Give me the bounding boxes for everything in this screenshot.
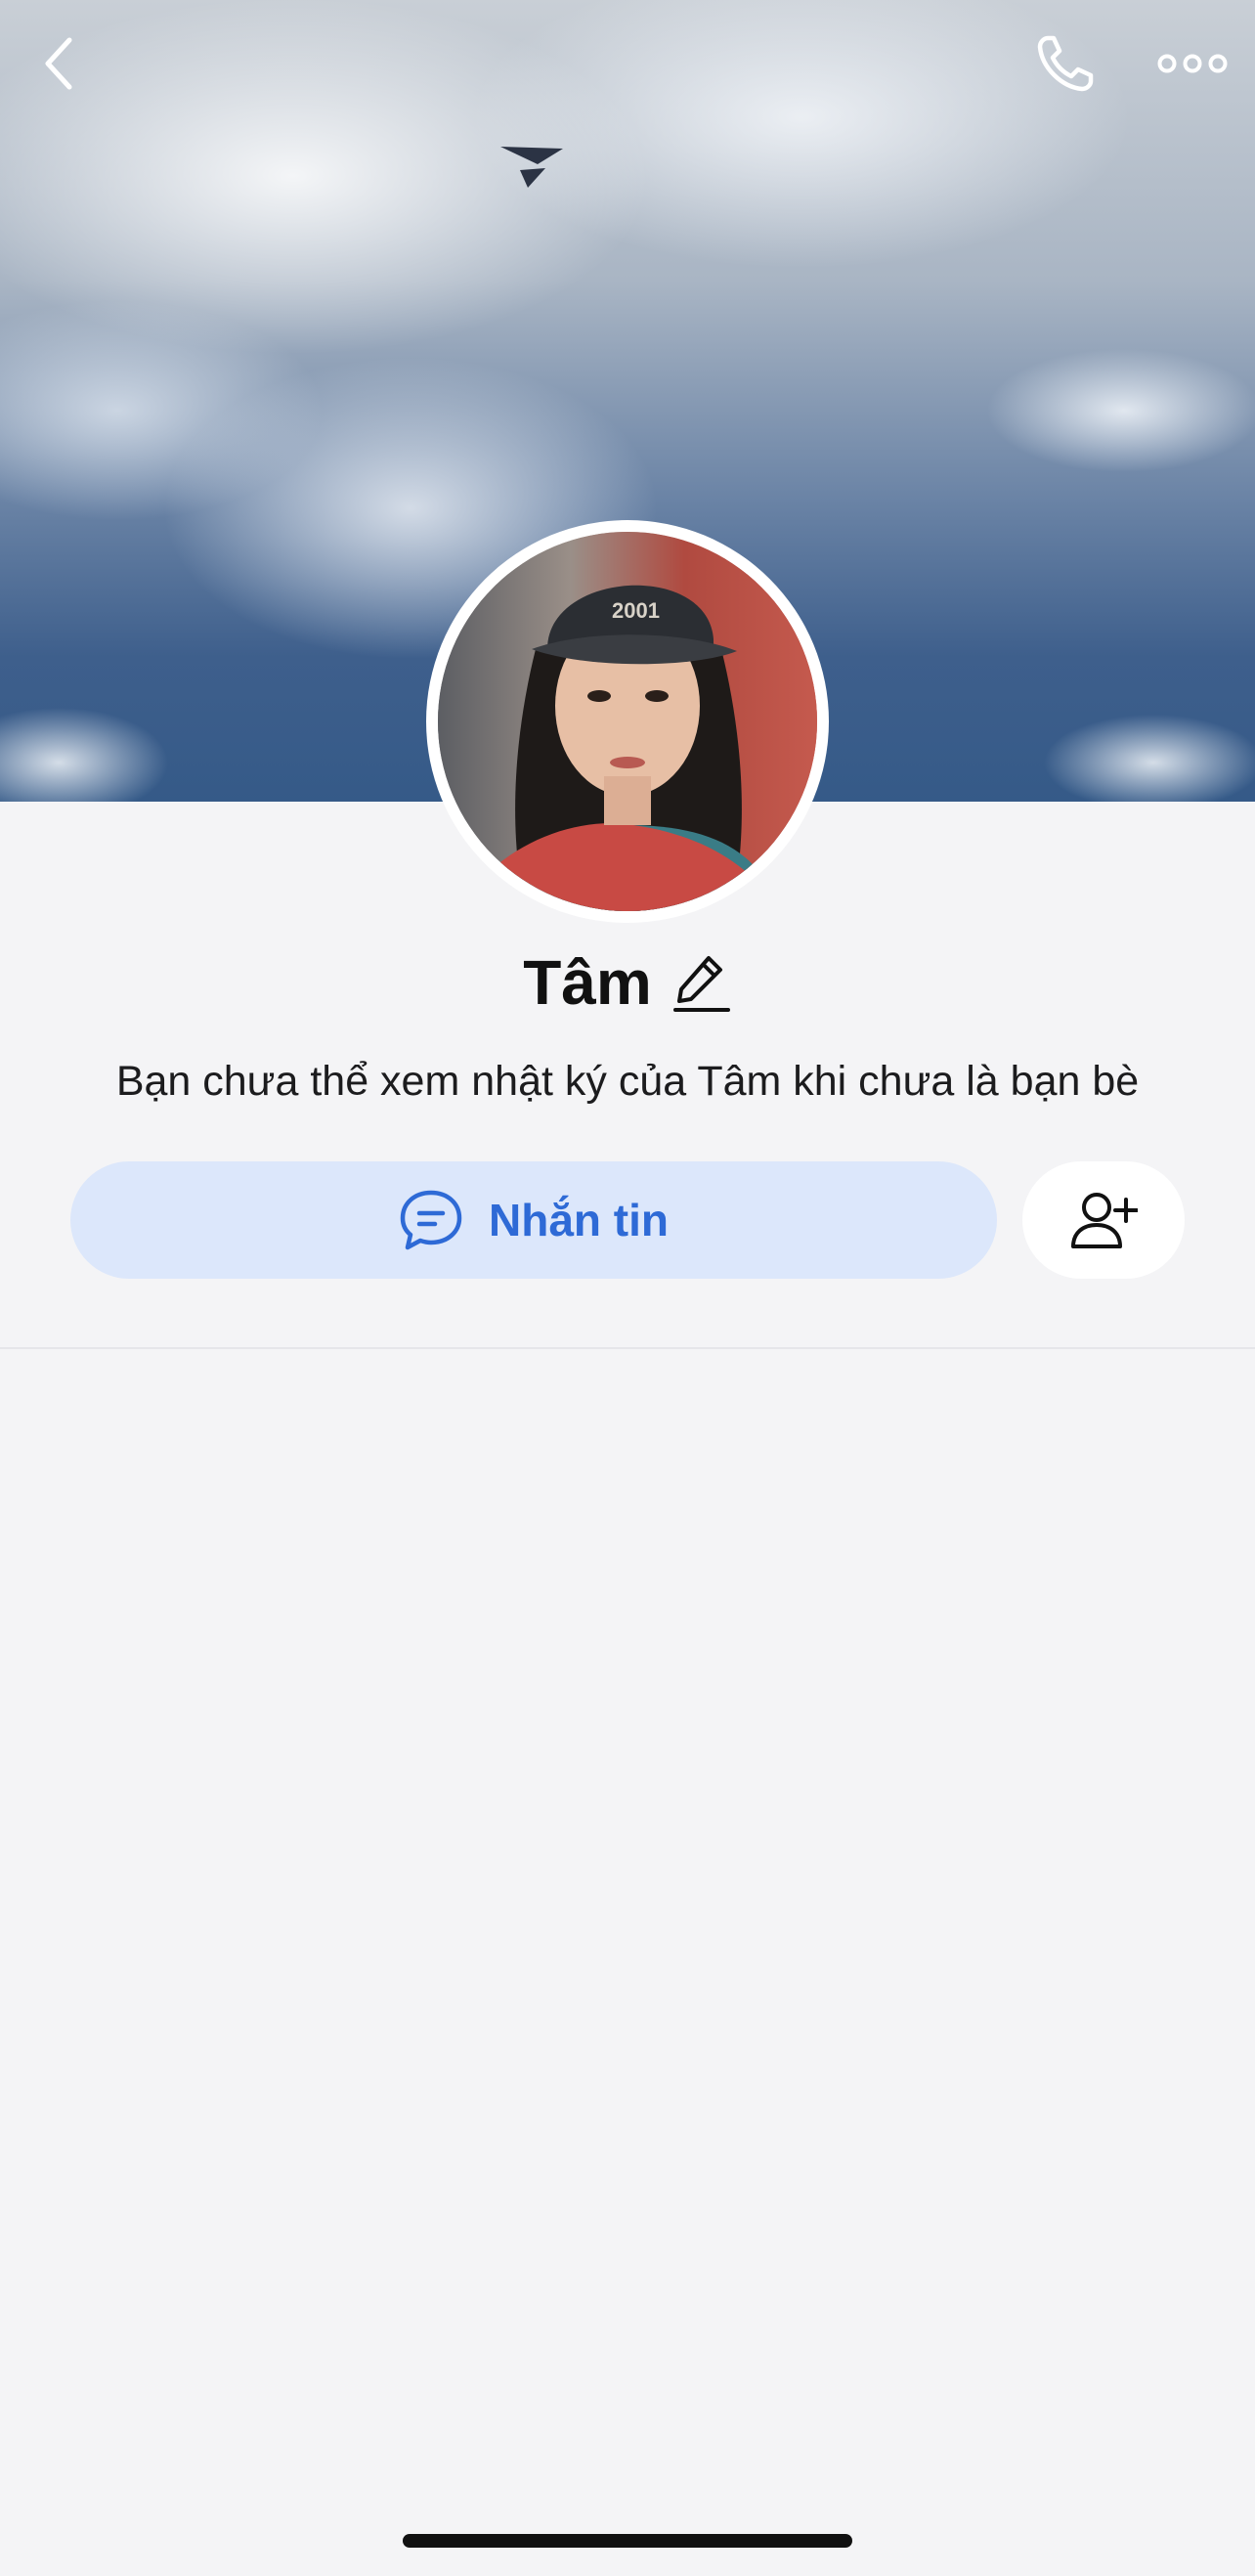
message-button-label: Nhắn tin	[489, 1195, 669, 1245]
avatar-cap-text: 2001	[612, 598, 660, 623]
add-friend-button[interactable]	[1022, 1161, 1185, 1279]
chevron-left-icon	[45, 37, 72, 90]
phone-icon	[1037, 35, 1094, 92]
chat-bubble-icon	[400, 1190, 462, 1250]
profile-screen: 2001 Tâm Bạn chưa thể xem nhật ký của Tâ…	[0, 0, 1255, 2576]
privacy-note: Bạn chưa thể xem nhật ký của Tâm khi chư…	[115, 1058, 1140, 1105]
add-user-icon	[1071, 1193, 1138, 1248]
name-row: Tâm	[0, 939, 1255, 1026]
divider	[0, 1347, 1255, 1349]
more-button[interactable]	[1148, 29, 1236, 98]
kite-image	[500, 147, 563, 188]
avatar-photo: 2001	[438, 532, 817, 911]
pencil-icon	[672, 956, 730, 1012]
edit-name-button[interactable]	[672, 953, 732, 1012]
message-button[interactable]: Nhắn tin	[70, 1161, 997, 1279]
back-button[interactable]	[29, 29, 88, 98]
more-dots-icon	[1157, 54, 1228, 73]
avatar[interactable]: 2001	[426, 520, 829, 923]
call-button[interactable]	[1026, 29, 1104, 98]
profile-name: Tâm	[523, 947, 652, 1018]
avatar-portrait: 2001	[438, 532, 817, 911]
home-indicator[interactable]	[403, 2534, 852, 2548]
